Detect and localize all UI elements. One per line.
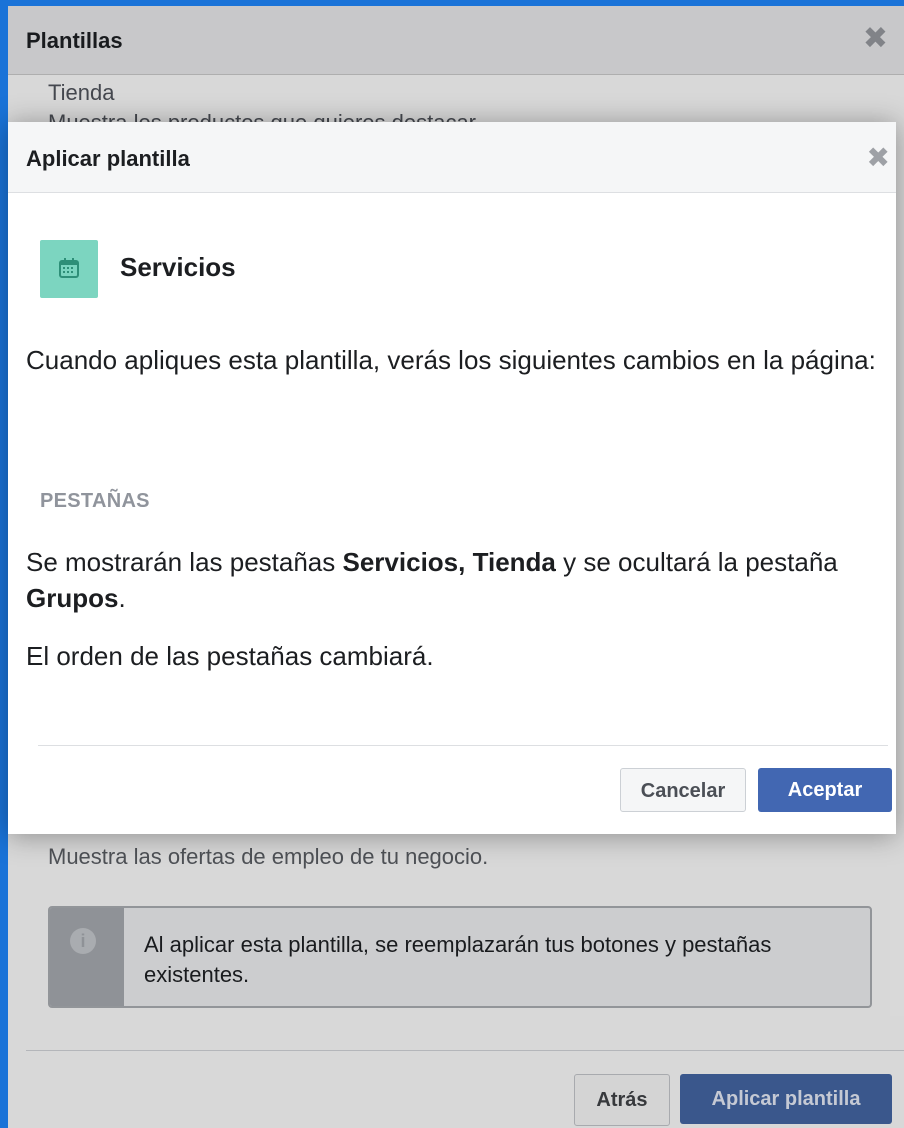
close-icon[interactable]: ✖ (867, 144, 890, 172)
accept-button[interactable]: Aceptar (758, 768, 892, 812)
change-text-part: y se ocultará la pestaña (555, 547, 838, 577)
modal-header: Aplicar plantilla ✖ (8, 122, 896, 193)
modal-title: Aplicar plantilla (26, 146, 190, 171)
modal-footer-divider (38, 745, 888, 746)
tab-order-text: El orden de las pestañas cambiará. (26, 641, 434, 671)
cancel-button[interactable]: Cancelar (620, 768, 746, 812)
calendar-icon (40, 240, 98, 298)
change-text-part: Se mostrarán las pestañas (26, 547, 343, 577)
tabs-change-text: Se mostrarán las pestañas Servicios, Tie… (26, 544, 876, 616)
tabs-section-label: PESTAÑAS (40, 490, 150, 512)
change-text-part: . (118, 583, 126, 613)
shown-tabs: Servicios, Tienda (342, 547, 556, 577)
intro-text: Cuando apliques esta plantilla, verás lo… (26, 345, 876, 375)
apply-template-modal: Aplicar plantilla ✖ Servicios Cuando apl… (8, 122, 896, 834)
hidden-tabs: Grupos (26, 583, 119, 613)
template-name: Servicios (120, 252, 236, 282)
